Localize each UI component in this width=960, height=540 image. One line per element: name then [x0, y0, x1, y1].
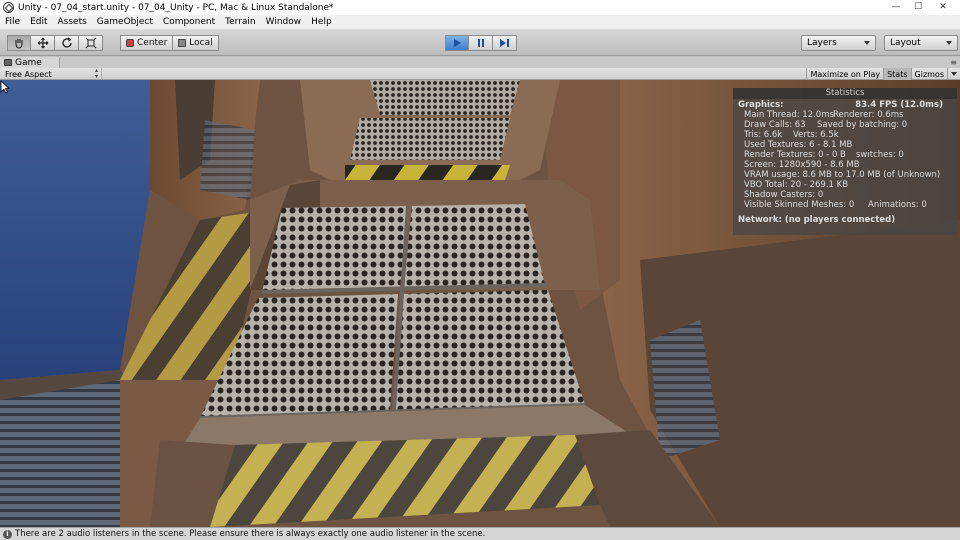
thread-row: Main Thread: 12.0ms Renderer: 0.6ms [733, 110, 957, 120]
window-title: Unity - 07_04_start.unity - 07_04_Unity … [18, 2, 334, 13]
menu-gameobject[interactable]: GameObject [92, 17, 158, 27]
menu-terrain[interactable]: Terrain [220, 17, 260, 27]
title-bar: Unity - 07_04_start.unity - 07_04_Unity … [0, 0, 960, 15]
statistics-title: Statistics [733, 88, 957, 99]
rotate-tool-button[interactable] [55, 35, 79, 51]
renderer-value: Renderer: 0.6ms [833, 110, 904, 120]
vbo-row: VBO Total: 20 - 269.1 KB [744, 180, 849, 190]
verts-value: Verts: 6.5k [793, 130, 839, 140]
gizmos-toggle[interactable]: Gizmos [910, 68, 947, 80]
draw-calls-row: Draw Calls: 63 Saved by batching: 0 [733, 120, 957, 130]
aspect-dropdown[interactable]: Free Aspect ▴ ▾ [2, 68, 102, 80]
layout-label: Layout [890, 38, 921, 48]
tab-options-icon[interactable]: ≡ [950, 58, 957, 67]
network-row: Network: (no players connected) [738, 215, 896, 225]
screen-row: Screen: 1280x590 - 8.6 MB [744, 160, 860, 170]
aspect-label: Free Aspect [5, 69, 52, 79]
status-message: There are 2 audio listeners in the scene… [15, 529, 486, 539]
menu-help[interactable]: Help [306, 17, 337, 27]
graphics-label: Graphics: [738, 100, 784, 110]
skinned-meshes-row: Visible Skinned Meshes: 0 Animations: 0 [733, 200, 957, 210]
local-space-icon [178, 39, 187, 47]
pause-icon [477, 39, 484, 47]
maximize-on-play-toggle[interactable]: Maximize on Play [806, 68, 883, 80]
updown-arrows-icon: ▴ ▾ [94, 67, 98, 80]
unity-logo-icon [3, 2, 14, 13]
game-viewport[interactable]: Statistics Graphics: 83.4 FPS (12.0ms) M… [0, 80, 960, 527]
game-view-toolbar: Free Aspect ▴ ▾ Maximize on Play Stats Gi… [0, 68, 960, 80]
step-button[interactable] [493, 35, 517, 51]
fps-value: 83.4 FPS (12.0ms) [855, 100, 943, 110]
saved-batching-value: Saved by batching: 0 [817, 120, 908, 130]
hand-icon [15, 39, 23, 49]
pivot-label: Center [137, 38, 168, 48]
play-controls [445, 35, 517, 51]
play-icon [453, 39, 461, 47]
hand-tool-button[interactable] [7, 35, 31, 51]
tab-game[interactable]: Game [0, 57, 60, 68]
render-textures-row: Render Textures: 0 - 0 B switches: 0 [733, 150, 957, 160]
tab-game-label: Game [15, 57, 42, 68]
close-button[interactable]: ✕ [930, 0, 956, 13]
graphics-row: Graphics: 83.4 FPS (12.0ms) [733, 100, 957, 110]
mouse-pointer-icon [0, 80, 10, 94]
statistics-panel: Statistics Graphics: 83.4 FPS (12.0ms) M… [733, 88, 957, 235]
stats-toggle[interactable]: Stats [883, 68, 911, 80]
play-button[interactable] [445, 35, 469, 51]
gizmos-dropdown[interactable] [947, 68, 960, 80]
layers-label: Layers [807, 38, 837, 48]
space-label: Local [189, 38, 213, 48]
chevron-down-icon [946, 41, 952, 45]
switches-value: switches: 0 [856, 150, 904, 160]
pivot-toggles: Center Local [120, 35, 219, 51]
menu-component[interactable]: Component [158, 17, 220, 27]
info-icon: i [3, 529, 12, 539]
skinned-meshes-value: Visible Skinned Meshes: 0 [744, 200, 855, 210]
shadow-casters-row: Shadow Casters: 0 [744, 190, 824, 200]
layers-dropdown[interactable]: Layers [801, 35, 876, 51]
pause-button[interactable] [469, 35, 493, 51]
maximize-button[interactable]: ☐ [908, 0, 928, 13]
scale-icon [85, 37, 96, 49]
menu-bar: File Edit Assets GameObject Component Te… [0, 15, 960, 30]
window-controls: — ☐ ✕ [886, 0, 956, 13]
menu-assets[interactable]: Assets [53, 17, 92, 27]
used-textures-row: Used Textures: 6 - 8.1 MB [744, 140, 853, 150]
menu-window[interactable]: Window [261, 17, 307, 27]
render-textures-value: Render Textures: 0 - 0 B [744, 150, 846, 160]
chevron-down-icon [951, 72, 957, 76]
pivot-icon [126, 39, 134, 47]
move-tool-button[interactable] [31, 35, 55, 51]
pivot-local-toggle[interactable]: Local [173, 35, 219, 51]
main-thread-value: Main Thread: 12.0ms [744, 110, 834, 120]
step-icon [500, 39, 509, 47]
scale-tool-button[interactable] [79, 35, 103, 51]
transform-tools [7, 35, 103, 51]
status-bar[interactable]: i There are 2 audio listeners in the sce… [0, 527, 960, 540]
chevron-down-icon [864, 41, 870, 45]
tris-row: Tris: 6.6k Verts: 6.5k [733, 130, 957, 140]
menu-edit[interactable]: Edit [25, 17, 52, 27]
tab-bar: Game ≡ [0, 57, 960, 68]
menu-file[interactable]: File [0, 17, 25, 27]
vram-row: VRAM usage: 8.6 MB to 17.0 MB (of Unknow… [744, 170, 941, 180]
rotate-icon [61, 37, 72, 48]
game-view-options: Maximize on Play Stats Gizmos [806, 68, 960, 80]
main-toolbar: Center Local Layers Layout [0, 30, 960, 56]
game-view-icon [4, 59, 12, 66]
draw-calls-value: Draw Calls: 63 [744, 120, 806, 130]
pivot-center-toggle[interactable]: Center [120, 35, 174, 51]
tris-value: Tris: 6.6k [744, 130, 783, 140]
minimize-button[interactable]: — [886, 0, 906, 13]
move-arrows-icon [37, 37, 48, 49]
animations-value: Animations: 0 [868, 200, 927, 210]
layout-dropdown[interactable]: Layout [884, 35, 958, 51]
